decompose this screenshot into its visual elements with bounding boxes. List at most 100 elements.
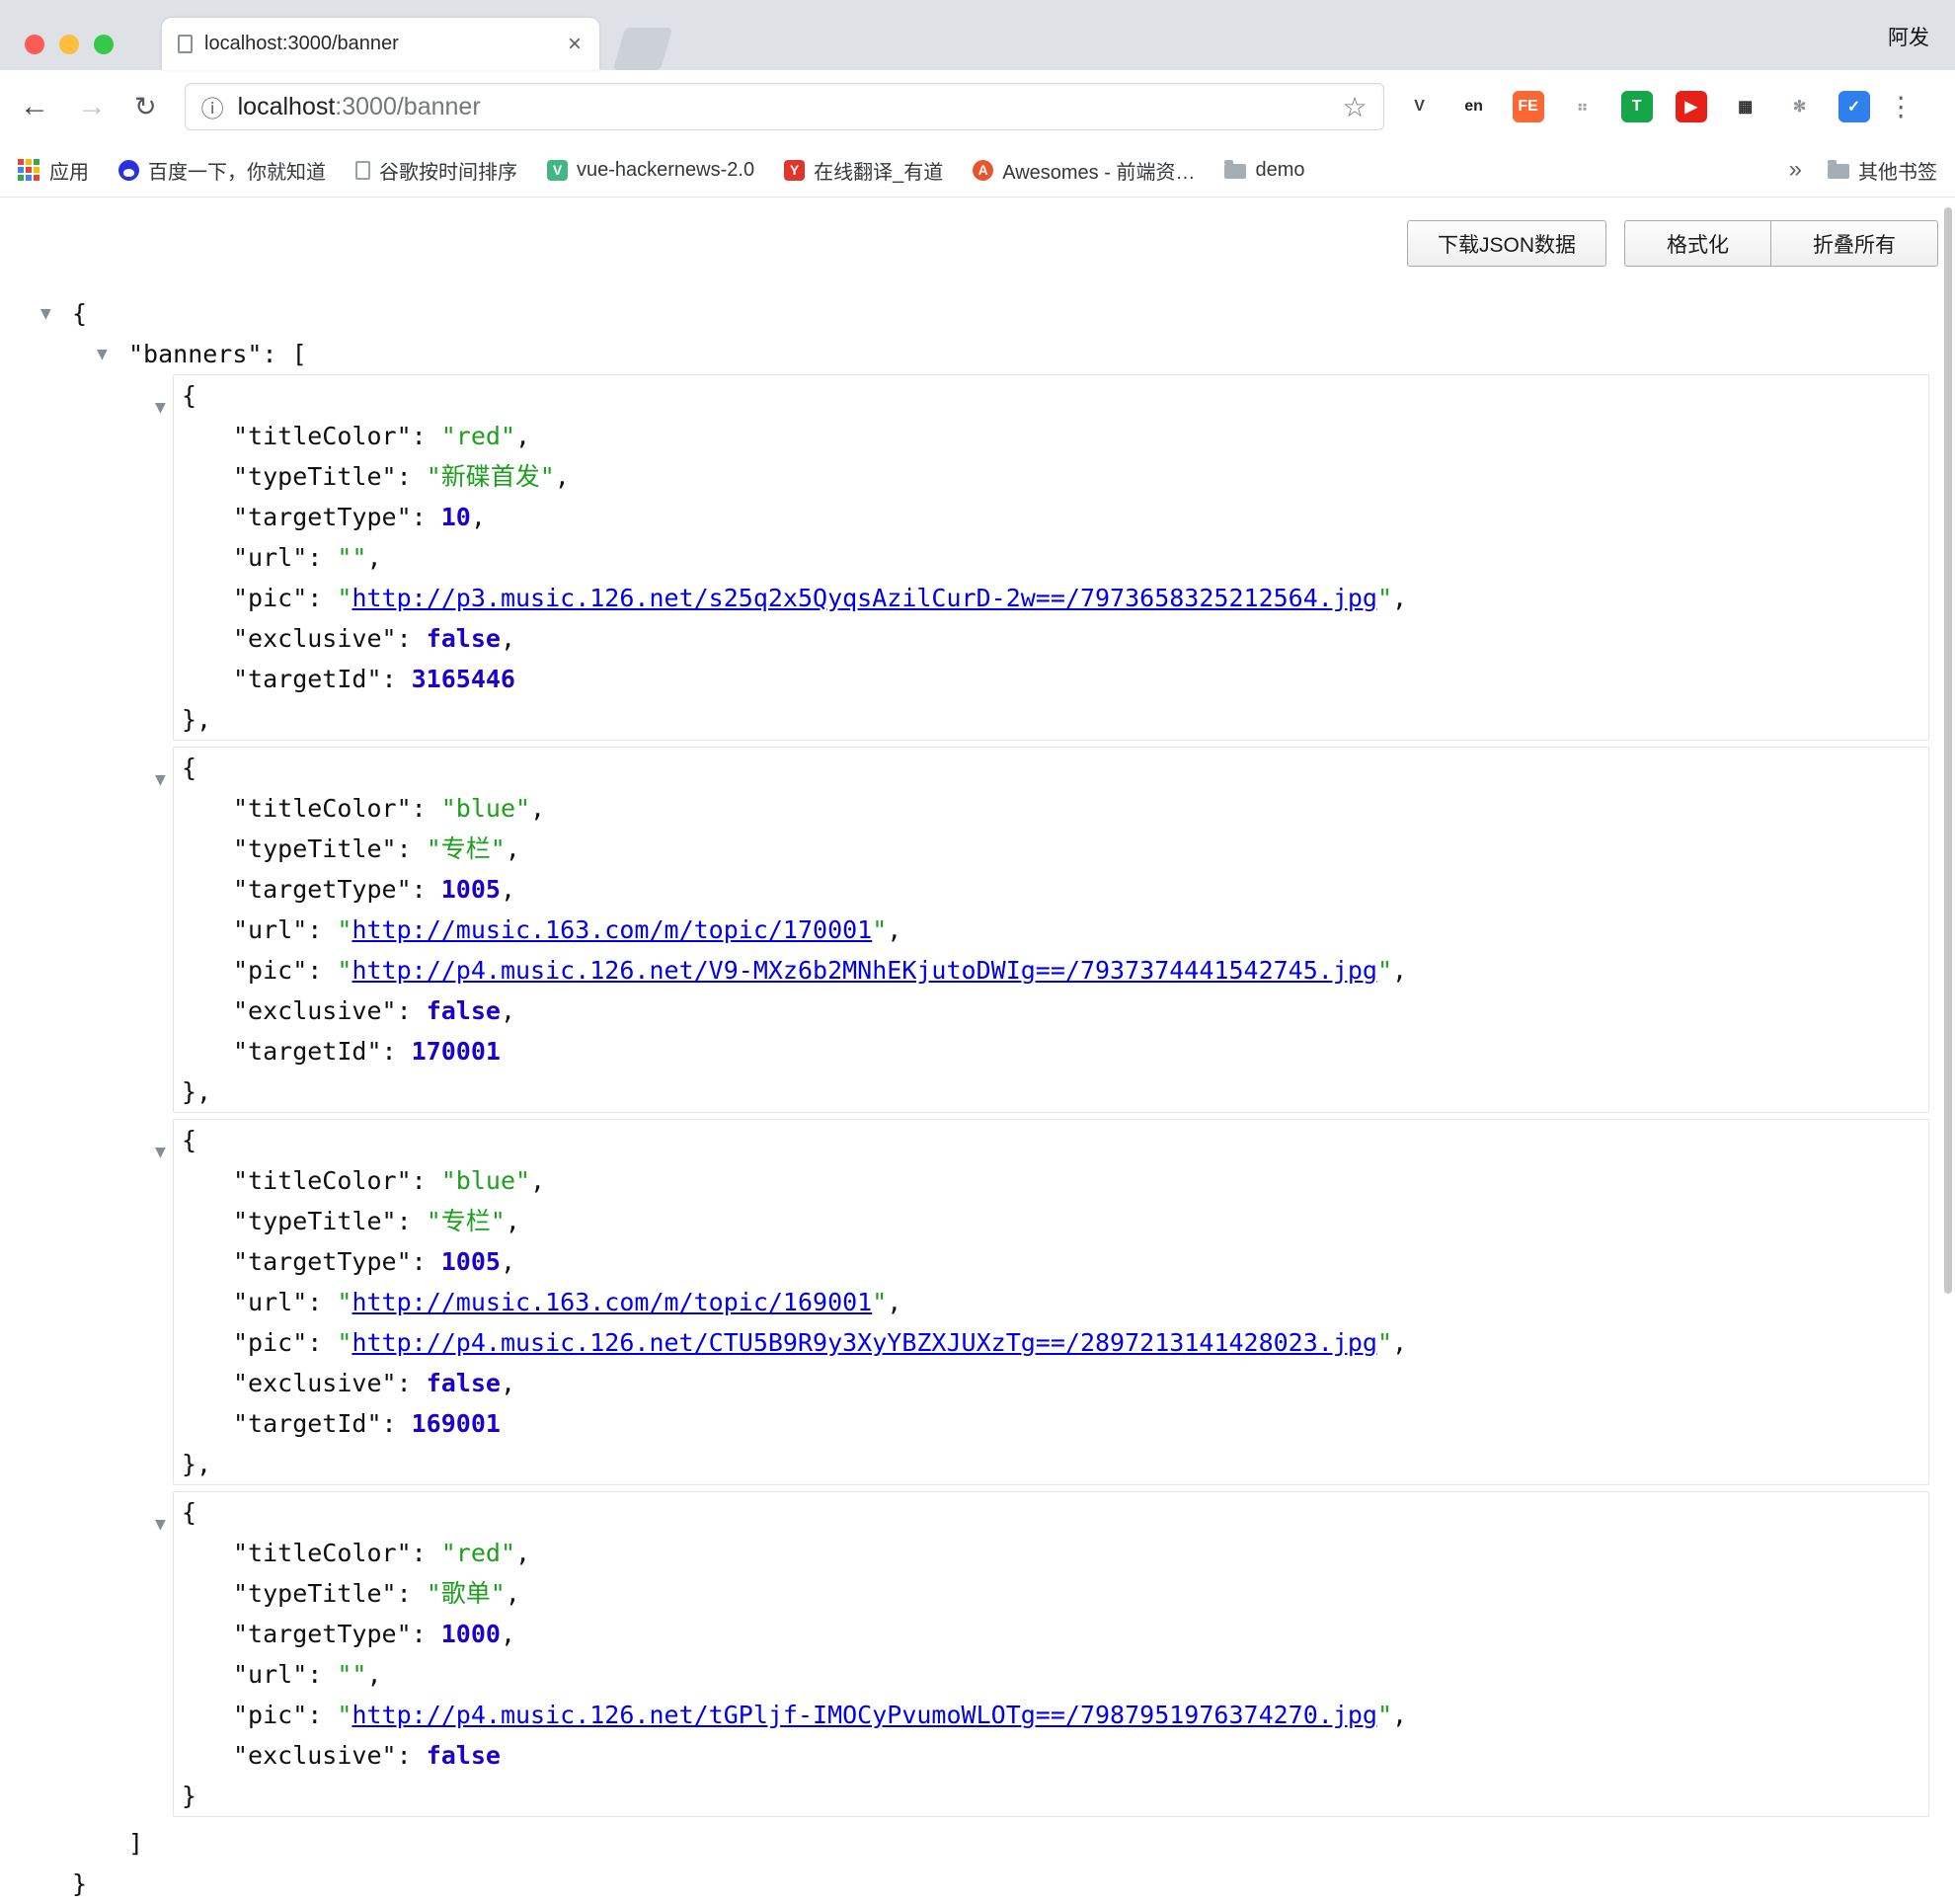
json-quote: " <box>337 1701 352 1729</box>
json-link[interactable]: http://music.163.com/m/topic/169001 <box>352 1288 872 1316</box>
collapse-all-button[interactable]: 折叠所有 <box>1770 220 1938 267</box>
bookmarks-bar: 应用 百度一下，你就知道 谷歌按时间排序 Vvue-hackernews-2.0 Y在… <box>0 143 1955 198</box>
bookmark-item[interactable]: demo <box>1224 159 1304 182</box>
collapse-toggle-icon[interactable]: ▼ <box>155 760 166 801</box>
json-token: , <box>501 624 515 653</box>
other-bookmarks-button[interactable]: 其他书签 <box>1828 156 1937 185</box>
json-number: 1005 <box>441 875 501 904</box>
json-quote: " <box>1377 956 1392 985</box>
json-token: : <box>412 422 441 450</box>
awesomes-icon: A <box>973 160 993 181</box>
v-extension-icon[interactable]: V <box>1404 91 1436 122</box>
json-object-block: ▼{"titleColor": "blue","typeTitle": "专栏"… <box>173 747 1929 1113</box>
bookmark-item[interactable]: Y在线翻译_有道 <box>784 156 943 185</box>
json-key: "banners" <box>128 340 262 368</box>
new-tab-button[interactable] <box>613 28 672 70</box>
download-json-button[interactable]: 下载JSON数据 <box>1407 220 1606 267</box>
forward-button[interactable]: → <box>77 92 107 121</box>
json-token: : <box>397 624 427 653</box>
json-number: 169001 <box>412 1409 501 1438</box>
json-line: "titleColor": "red", <box>174 1533 1928 1573</box>
json-token: : <box>412 503 441 531</box>
bookmark-label: 百度一下，你就知道 <box>148 156 326 185</box>
json-key: "pic" <box>233 1701 307 1729</box>
apps-shortcut[interactable]: 应用 <box>18 156 89 185</box>
collapse-toggle-icon[interactable]: ▼ <box>40 294 51 335</box>
json-string: "" <box>337 543 366 572</box>
browser-menu-icon[interactable]: ⋮ <box>1888 92 1915 122</box>
json-number: 170001 <box>412 1037 501 1066</box>
json-key: "url" <box>233 1660 307 1689</box>
bookmark-star-icon[interactable]: ☆ <box>1343 91 1368 123</box>
fe-extension-icon[interactable]: FE <box>1513 91 1544 122</box>
translate-extension-icon[interactable]: en <box>1458 91 1490 122</box>
json-link[interactable]: http://p4.music.126.net/V9-MXz6b2MNhEKju… <box>352 956 1377 985</box>
bookmark-item[interactable]: Vvue-hackernews-2.0 <box>547 159 754 182</box>
json-token: , <box>1392 1328 1407 1357</box>
qrcode-extension-icon[interactable]: ▦ <box>1730 91 1761 122</box>
youdao-icon: Y <box>784 160 805 181</box>
bookmark-item[interactable]: 谷歌按时间排序 <box>355 156 517 185</box>
collapse-toggle-icon[interactable]: ▼ <box>97 335 108 375</box>
tab-close-icon[interactable]: × <box>566 33 584 56</box>
window-close-button[interactable] <box>25 35 44 54</box>
folder-icon <box>1224 164 1246 179</box>
json-link[interactable]: http://music.163.com/m/topic/170001 <box>352 915 872 944</box>
json-token: , <box>530 794 545 823</box>
json-quote: " <box>1377 1328 1392 1357</box>
bookmarks-overflow-button[interactable]: » <box>1789 156 1802 184</box>
window-zoom-button[interactable] <box>94 35 114 54</box>
collapse-toggle-icon[interactable]: ▼ <box>155 388 166 429</box>
bookmarks-right-group: » 其他书签 <box>1789 156 1937 185</box>
json-line: "typeTitle": "专栏", <box>174 1201 1928 1241</box>
json-key: "pic" <box>233 1328 307 1357</box>
json-link[interactable]: http://p4.music.126.net/tGPljf-IMOCyPvum… <box>352 1701 1377 1729</box>
collapse-toggle-icon[interactable]: ▼ <box>155 1133 166 1173</box>
site-info-icon[interactable]: ⓘ <box>201 90 224 123</box>
back-button[interactable]: ← <box>20 92 49 121</box>
browser-tab[interactable]: localhost:3000/banner × <box>162 18 599 70</box>
json-token: : <box>307 1328 337 1357</box>
bookmark-label: 谷歌按时间排序 <box>379 156 517 185</box>
scrollbar[interactable] <box>1944 207 1952 1294</box>
json-line: "exclusive": false, <box>174 991 1928 1031</box>
page-icon <box>355 161 370 180</box>
bookmark-item[interactable]: 百度一下，你就知道 <box>118 156 326 185</box>
json-line: "pic": "http://p4.music.126.net/CTU5B9R9… <box>174 1322 1928 1363</box>
youtube-extension-icon[interactable]: ▶ <box>1676 91 1707 122</box>
json-link[interactable]: http://p3.music.126.net/s25q2x5QyqsAzilC… <box>352 584 1377 612</box>
address-bar[interactable]: ⓘ localhost:3000/banner ☆ <box>185 83 1384 130</box>
json-boolean: false <box>427 1741 501 1770</box>
collapse-toggle-icon[interactable]: ▼ <box>155 1505 166 1546</box>
json-actions: 下载JSON数据 格式化 折叠所有 <box>1407 220 1938 267</box>
json-line: "titleColor": "red", <box>174 416 1928 456</box>
profile-name[interactable]: 阿发 <box>1888 22 1929 51</box>
json-token: : <box>382 1409 412 1438</box>
shield-check-extension-icon[interactable]: ✓ <box>1838 91 1870 122</box>
org-extension-icon[interactable]: ⠶ <box>1567 91 1599 122</box>
format-button[interactable]: 格式化 <box>1624 220 1771 267</box>
json-link[interactable]: http://p4.music.126.net/CTU5B9R9y3XyYBZX… <box>352 1328 1377 1357</box>
paw-extension-icon[interactable]: ✻ <box>1784 91 1816 122</box>
json-line: "exclusive": false <box>174 1735 1928 1776</box>
json-token: , <box>506 834 520 863</box>
json-line: "pic": "http://p3.music.126.net/s25q2x5Q… <box>174 578 1928 618</box>
json-token: { <box>182 754 196 782</box>
json-string: "red" <box>441 1539 515 1567</box>
json-token: : <box>412 1166 441 1195</box>
json-token: : <box>307 915 337 944</box>
json-key: "url" <box>233 915 307 944</box>
extensions-row: Ven FE ⠶ T ▶ ▦ ✻ ✓ <box>1404 91 1870 122</box>
json-token: : <box>412 794 441 823</box>
json-token: , <box>1392 1701 1407 1729</box>
json-line: "typeTitle": "歌单", <box>174 1573 1928 1614</box>
json-key: "targetType" <box>233 1247 412 1276</box>
json-string: "" <box>337 1660 366 1689</box>
apps-grid-icon <box>18 159 39 181</box>
reload-button[interactable]: ↻ <box>134 94 157 120</box>
bookmark-label: demo <box>1255 159 1304 182</box>
json-line: "pic": "http://p4.music.126.net/V9-MXz6b… <box>174 950 1928 991</box>
bookmark-item[interactable]: AAwesomes - 前端资… <box>973 156 1195 185</box>
window-minimize-button[interactable] <box>59 35 79 54</box>
shield-t-extension-icon[interactable]: T <box>1621 91 1653 122</box>
